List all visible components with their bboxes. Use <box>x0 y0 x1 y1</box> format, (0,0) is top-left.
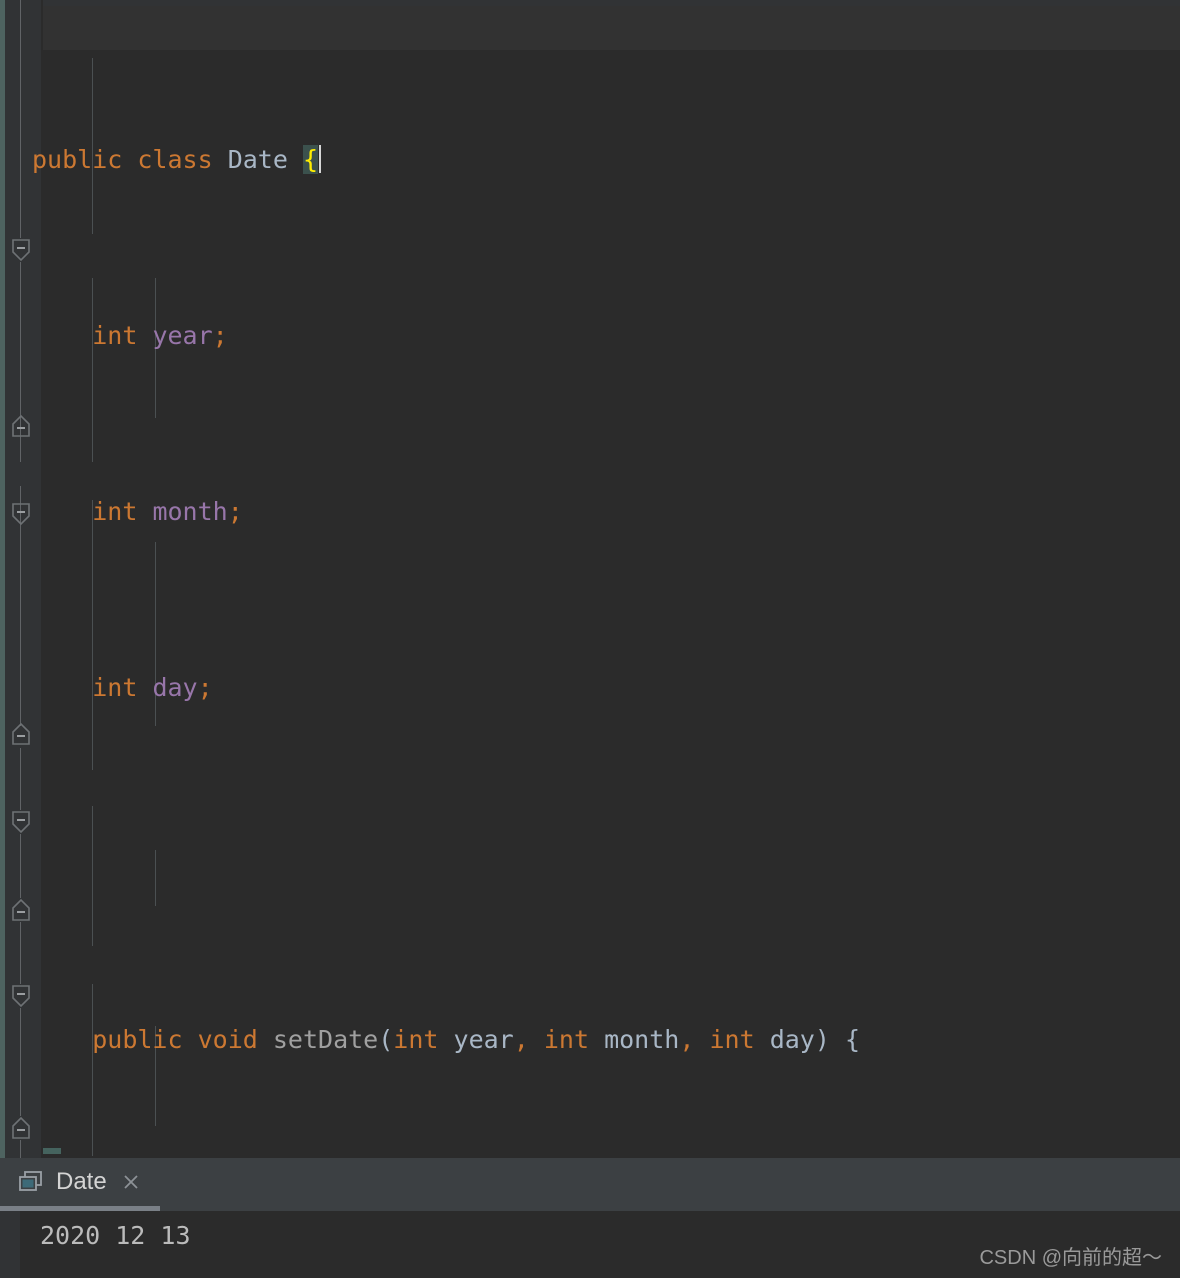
token-paren: ( <box>378 1025 394 1054</box>
token-field-day: day <box>152 673 198 702</box>
token-comma: , <box>679 1025 695 1054</box>
code-line-6[interactable]: public void setDate(int year, int month,… <box>0 1018 1180 1062</box>
token-field-month: month <box>152 497 228 526</box>
token-param-year: year <box>453 1025 514 1054</box>
token-param-month: month <box>604 1025 680 1054</box>
token-keyword-class: class <box>137 145 213 174</box>
console-output-line: 2020 12 13 <box>40 1221 191 1250</box>
run-tab-bar[interactable]: Date <box>0 1158 1180 1211</box>
token-type-date: Date <box>227 145 288 174</box>
text-caret <box>319 145 322 173</box>
token-keyword-int: int <box>709 1025 755 1054</box>
token-field-year: year <box>152 321 213 350</box>
token-semicolon: ; <box>212 321 228 350</box>
run-console-icon <box>19 1171 42 1191</box>
ide-window: public class Date { int year; int month;… <box>0 0 1180 1278</box>
code-editor[interactable]: public class Date { int year; int month;… <box>0 0 1180 1158</box>
token-paren: ) { <box>814 1025 860 1054</box>
token-keyword-int: int <box>92 321 138 350</box>
code-line-5-blank[interactable] <box>0 842 1180 886</box>
token-method-setdate: setDate <box>272 1025 379 1054</box>
token-semicolon: ; <box>197 673 213 702</box>
token-semicolon: ; <box>227 497 243 526</box>
token-comma: , <box>513 1025 529 1054</box>
token-open-brace-highlighted: { <box>302 145 319 174</box>
token-keyword-int: int <box>92 497 138 526</box>
code-line-1[interactable]: public class Date { <box>0 138 1180 182</box>
close-icon[interactable] <box>121 1172 141 1192</box>
run-tab-date[interactable]: Date <box>0 1158 155 1206</box>
run-tool-window[interactable]: Date 2020 12 13 CSDN @向前的超～ <box>0 1158 1180 1278</box>
token-keyword-int: int <box>393 1025 439 1054</box>
code-line-2[interactable]: int year; <box>0 314 1180 358</box>
console-gutter <box>0 1211 20 1278</box>
token-param-day: day <box>769 1025 815 1054</box>
code-line-4[interactable]: int day; <box>0 666 1180 710</box>
csdn-watermark: CSDN @向前的超～ <box>979 1247 1162 1269</box>
code-text-layer[interactable]: public class Date { int year; int month;… <box>0 6 1180 1158</box>
token-keyword-public: public <box>92 1025 183 1054</box>
token-keyword-int: int <box>92 673 138 702</box>
vcs-bottom-marker <box>43 1148 61 1154</box>
token-keyword-public: public <box>32 145 123 174</box>
token-keyword-int: int <box>543 1025 590 1054</box>
code-line-3[interactable]: int month; <box>0 490 1180 534</box>
token-keyword-void: void <box>197 1025 258 1054</box>
run-tab-label: Date <box>56 1168 107 1195</box>
console-output-area[interactable]: 2020 12 13 CSDN @向前的超～ <box>0 1211 1180 1278</box>
